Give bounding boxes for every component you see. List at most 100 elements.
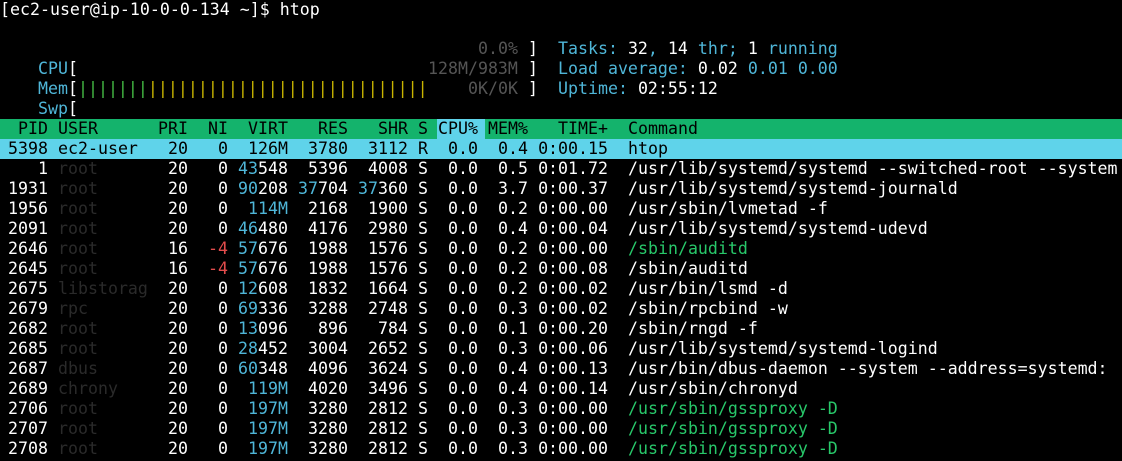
process-s: S bbox=[418, 199, 428, 218]
process-cpu: 0.0 bbox=[448, 219, 478, 238]
process-mem: 0.5 bbox=[498, 159, 528, 178]
header-shr[interactable]: SHR bbox=[358, 119, 408, 139]
uptime-label: Uptime: bbox=[558, 79, 638, 98]
process-pri: 20 bbox=[168, 419, 188, 438]
process-user: root bbox=[58, 219, 98, 238]
process-shr: 784 bbox=[378, 319, 408, 338]
swp-meter-open: [ bbox=[67, 99, 78, 118]
process-res: 2168 bbox=[308, 199, 348, 218]
process-mem: 0.3 bbox=[498, 399, 528, 418]
mem-meter-value: 128M/983M bbox=[428, 59, 518, 78]
process-user: root bbox=[58, 159, 98, 178]
threads-label: thr; bbox=[687, 39, 748, 58]
process-mem: 0.4 bbox=[498, 359, 528, 378]
process-row[interactable]: 1931 root 20 0 90208 37704 37360 S 0.0 3.7 0:00.37… bbox=[0, 179, 1122, 199]
process-cpu: 0.0 bbox=[448, 299, 478, 318]
process-virt: 197M bbox=[248, 439, 288, 458]
process-cmd: /sbin/rngd -f bbox=[628, 319, 758, 338]
header-state[interactable]: S bbox=[418, 119, 428, 139]
process-ni: 0 bbox=[218, 439, 228, 458]
process-row[interactable]: 2689 chrony 20 0 119M 4020 3496 S 0.0 0.4 0:00.14 /… bbox=[0, 379, 1122, 399]
process-cpu: 0.0 bbox=[448, 139, 478, 158]
swp-meter-value: 0K/0K bbox=[468, 79, 518, 98]
process-row[interactable]: 2708 root 20 0 197M 3280 2812 S 0.0 0.3 0:00.00/us… bbox=[0, 439, 1122, 459]
process-cpu: 0.0 bbox=[448, 339, 478, 358]
process-s: S bbox=[418, 379, 428, 398]
process-cmd: /sbin/auditd bbox=[628, 239, 748, 258]
process-time: 0:00.15 bbox=[538, 139, 608, 158]
process-row[interactable]: 2645 root 16 -4 57676 1988 1576 S 0.0 0.2 0:00.08 /… bbox=[0, 259, 1122, 279]
process-res: 3280 bbox=[308, 439, 348, 458]
process-pri: 20 bbox=[168, 179, 188, 198]
process-cmd: htop bbox=[628, 139, 668, 158]
process-time: 0:00.13 bbox=[538, 359, 608, 378]
process-row[interactable]: 2675 libstorag 20 0 12608 1832 1664 S 0.0 0.2 0:00… bbox=[0, 279, 1122, 299]
process-ni: 0 bbox=[218, 139, 228, 158]
process-time: 0:00.20 bbox=[538, 319, 608, 338]
process-pid: 2646 bbox=[8, 239, 48, 258]
process-row[interactable]: 2706 root 20 0 197M 3280 2812 S 0.0 0.3 0:00.00/us… bbox=[0, 399, 1122, 419]
process-cpu: 0.0 bbox=[448, 439, 478, 458]
process-virt: 69336 bbox=[238, 299, 288, 318]
process-s: S bbox=[418, 439, 428, 458]
process-s: S bbox=[418, 179, 428, 198]
header-cpu[interactable]: CPU% bbox=[438, 119, 478, 139]
process-user: root bbox=[58, 179, 98, 198]
process-virt: 12608 bbox=[238, 279, 288, 298]
process-pri: 20 bbox=[168, 339, 188, 358]
process-row[interactable]: 1 root 20 0 43548 5396 4008 S 0.0 0.5 0:01.72/usr/… bbox=[0, 159, 1122, 179]
header-user[interactable]: USER bbox=[58, 119, 98, 139]
process-s: S bbox=[418, 359, 428, 378]
process-pid: 2689 bbox=[8, 379, 48, 398]
process-user: root bbox=[58, 399, 98, 418]
process-shr: 2812 bbox=[368, 419, 408, 438]
process-ni: 0 bbox=[218, 219, 228, 238]
process-ni: 0 bbox=[218, 159, 228, 178]
process-cmd: /usr/sbin/gssproxy -D bbox=[628, 439, 838, 458]
process-ni: -4 bbox=[208, 259, 228, 278]
cpu-meter-value: 0.0% bbox=[478, 39, 518, 58]
process-row-selected[interactable]: 5398 ec2-user 20 0 126M 3780 3112 R 0.0 0.4 0:00.1… bbox=[0, 139, 1122, 159]
header-command[interactable]: Command bbox=[628, 119, 698, 139]
shell-prompt: [ec2-user@ip-10-0-0-134 ~]$ htop bbox=[0, 0, 320, 19]
header-time[interactable]: TIME+ bbox=[538, 119, 608, 139]
process-virt: 28452 bbox=[238, 339, 288, 358]
process-row[interactable]: 2682 root 20 0 13096 896 784 S 0.0 0.1 0:00.20/sbi… bbox=[0, 319, 1122, 339]
header-pri[interactable]: PRI bbox=[150, 119, 188, 139]
process-mem: 0.3 bbox=[498, 299, 528, 318]
process-row[interactable]: 1956 root 20 0 114M 2168 1900 S 0.0 0.2 0:00.00/us… bbox=[0, 199, 1122, 219]
process-pri: 20 bbox=[168, 319, 188, 338]
process-row[interactable]: 2687 dbus 20 0 60348 4096 3624 S 0.0 0.4 0:00.13/u… bbox=[0, 359, 1122, 379]
process-time: 0:00.04 bbox=[538, 219, 608, 238]
process-row[interactable]: 2707 root 20 0 197M 3280 2812 S 0.0 0.3 0:00.00/us… bbox=[0, 419, 1122, 439]
header-pid[interactable]: PID bbox=[0, 119, 48, 139]
process-shr: 2652 bbox=[368, 339, 408, 358]
process-res: 1988 bbox=[308, 259, 348, 278]
process-row[interactable]: 2091 root 20 0 46480 4176 2980 S 0.0 0.4 0:00.04/u… bbox=[0, 219, 1122, 239]
process-row[interactable]: 2679 rpc 20 0 69336 3288 2748 S 0.0 0.3 0:00.02/sb… bbox=[0, 299, 1122, 319]
header-res[interactable]: RES bbox=[298, 119, 348, 139]
process-s: R bbox=[418, 139, 428, 158]
header-virt[interactable]: VIRT bbox=[238, 119, 288, 139]
header-ni[interactable]: NI bbox=[198, 119, 228, 139]
process-row[interactable]: 2685 root 20 0 28452 3004 2652 S 0.0 0.3 0:00.06/u… bbox=[0, 339, 1122, 359]
process-shr: 3496 bbox=[368, 379, 408, 398]
process-cmd: /usr/sbin/gssproxy -D bbox=[628, 419, 838, 438]
process-cmd: /usr/lib/systemd/systemd-udevd bbox=[628, 219, 928, 238]
header-mem[interactable]: MEM% bbox=[488, 119, 528, 139]
process-res: 4020 bbox=[308, 379, 348, 398]
process-pri: 20 bbox=[168, 279, 188, 298]
mem-meter-close: ] bbox=[528, 59, 538, 78]
load-15: 0.00 bbox=[797, 59, 838, 78]
process-shr: 4008 bbox=[368, 159, 408, 178]
process-virt: 90208 bbox=[238, 179, 288, 198]
process-cpu: 0.0 bbox=[448, 319, 478, 338]
process-row[interactable]: 2646 root 16 -4 57676 1988 1576 S 0.0 0.2 0:00.00 /… bbox=[0, 239, 1122, 259]
process-user: root bbox=[58, 239, 98, 258]
process-pid: 2687 bbox=[8, 359, 48, 378]
process-s: S bbox=[418, 159, 428, 178]
process-res: 4096 bbox=[308, 359, 348, 378]
process-s: S bbox=[418, 299, 428, 318]
process-cpu: 0.0 bbox=[448, 279, 478, 298]
process-time: 0:00.00 bbox=[538, 199, 608, 218]
